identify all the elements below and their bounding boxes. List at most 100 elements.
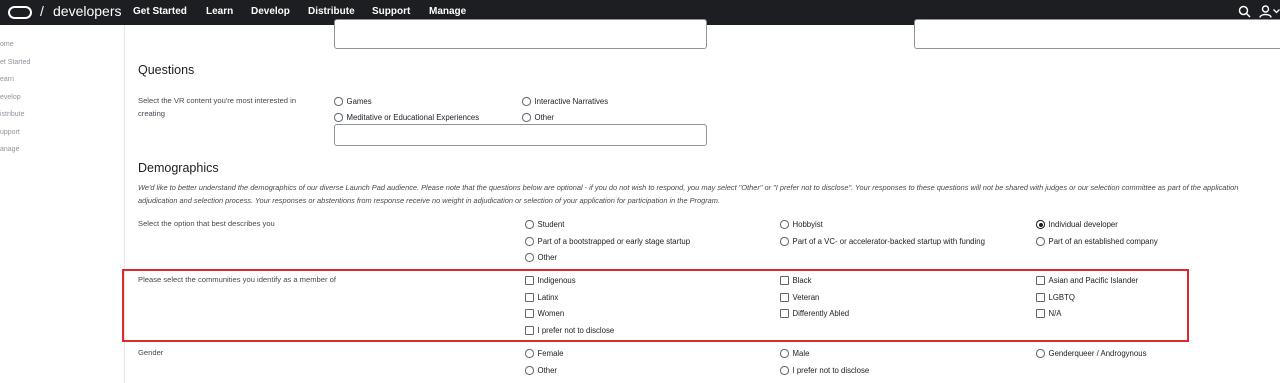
checkbox[interactable] bbox=[1036, 309, 1045, 318]
radio-button[interactable] bbox=[522, 113, 531, 122]
vr-option-meditative-educational[interactable]: Meditative or Educational Experiences bbox=[334, 112, 479, 123]
radio-button[interactable] bbox=[1036, 237, 1045, 246]
option-label: Meditative or Educational Experiences bbox=[346, 113, 480, 122]
application-form: Questions Select the VR content you're m… bbox=[125, 19, 1280, 383]
sidebar-item-support[interactable]: upport bbox=[0, 129, 20, 136]
checkbox[interactable] bbox=[525, 276, 534, 285]
vr-content-label: Select the VR content you're most intere… bbox=[138, 96, 297, 118]
sidebar-item-get-started[interactable]: et Started bbox=[0, 59, 30, 66]
radio-button-selected[interactable] bbox=[1036, 220, 1045, 229]
option-label: Veteran bbox=[792, 293, 820, 302]
sidebar-item-distribute[interactable]: istribute bbox=[0, 111, 25, 118]
gender-option-prefer-not-to-disclose[interactable]: I prefer not to disclose bbox=[780, 365, 869, 376]
describe-you-label: Select the option that best describes yo… bbox=[138, 219, 275, 228]
vr-option-other[interactable]: Other bbox=[522, 112, 554, 123]
brand-name[interactable]: developers bbox=[53, 3, 122, 19]
option-label: Individual developer bbox=[1048, 220, 1118, 229]
chevron-down-icon[interactable] bbox=[1273, 9, 1280, 14]
community-option-black[interactable]: Black bbox=[780, 275, 812, 286]
describe-option-established-company[interactable]: Part of an established company bbox=[1036, 236, 1158, 247]
checkbox[interactable] bbox=[525, 326, 534, 335]
option-label: Asian and Pacific Islander bbox=[1048, 276, 1139, 285]
community-option-asian-pacific-islander[interactable]: Asian and Pacific Islander bbox=[1036, 275, 1138, 286]
option-label: Indigenous bbox=[537, 276, 576, 285]
nav-develop[interactable]: Develop bbox=[251, 6, 290, 17]
community-option-latinx[interactable]: Latinx bbox=[525, 292, 558, 303]
oculus-logo-icon[interactable] bbox=[8, 6, 32, 19]
nav-support[interactable]: Support bbox=[372, 6, 410, 17]
checkbox[interactable] bbox=[780, 309, 789, 318]
radio-button[interactable] bbox=[780, 220, 789, 229]
radio-button[interactable] bbox=[525, 253, 534, 262]
radio-button[interactable] bbox=[334, 97, 343, 106]
demographics-description: We'd like to better understand the demog… bbox=[138, 183, 1239, 205]
describe-option-individual-developer[interactable]: Individual developer bbox=[1036, 219, 1118, 230]
sidebar-item-manage[interactable]: anage bbox=[0, 146, 19, 153]
option-label: Black bbox=[792, 276, 812, 285]
sidebar-item-develop[interactable]: evelop bbox=[0, 94, 21, 101]
describe-option-student[interactable]: Student bbox=[525, 219, 564, 230]
text-input-previous-right[interactable] bbox=[914, 19, 1280, 49]
option-label: I prefer not to disclose bbox=[792, 366, 870, 375]
nav-get-started[interactable]: Get Started bbox=[133, 6, 187, 17]
nav-distribute[interactable]: Distribute bbox=[308, 6, 355, 17]
radio-button[interactable] bbox=[525, 366, 534, 375]
describe-option-bootstrapped-startup[interactable]: Part of a bootstrapped or early stage st… bbox=[525, 236, 690, 247]
vr-option-games[interactable]: Games bbox=[334, 96, 372, 107]
option-label: Male bbox=[792, 349, 810, 358]
radio-button[interactable] bbox=[522, 97, 531, 106]
nav-learn[interactable]: Learn bbox=[206, 6, 233, 17]
text-input-previous[interactable] bbox=[334, 19, 707, 49]
demographics-heading: Demographics bbox=[138, 161, 219, 175]
option-label: Women bbox=[537, 309, 565, 318]
communities-label: Please select the communities you identi… bbox=[138, 275, 336, 284]
sidebar-item-home[interactable]: ome bbox=[0, 41, 14, 48]
community-option-veteran[interactable]: Veteran bbox=[780, 292, 819, 303]
radio-button[interactable] bbox=[1036, 349, 1045, 358]
describe-option-hobbyist[interactable]: Hobbyist bbox=[780, 219, 823, 230]
community-option-prefer-not-to-disclose[interactable]: I prefer not to disclose bbox=[525, 325, 614, 336]
vr-option-interactive-narratives[interactable]: Interactive Narratives bbox=[522, 96, 608, 107]
radio-button[interactable] bbox=[780, 237, 789, 246]
search-icon[interactable] bbox=[1238, 5, 1251, 18]
checkbox[interactable] bbox=[525, 309, 534, 318]
gender-option-genderqueer-androgynous[interactable]: Genderqueer / Androgynous bbox=[1036, 348, 1146, 359]
checkbox[interactable] bbox=[780, 276, 789, 285]
community-option-lgbtq[interactable]: LGBTQ bbox=[1036, 292, 1075, 303]
user-icon[interactable] bbox=[1259, 5, 1272, 18]
sidebar-item-learn[interactable]: earn bbox=[0, 76, 14, 83]
option-label: Interactive Narratives bbox=[534, 97, 609, 106]
gender-option-male[interactable]: Male bbox=[780, 348, 809, 359]
describe-option-other[interactable]: Other bbox=[525, 252, 557, 263]
gender-option-other[interactable]: Other bbox=[525, 365, 557, 376]
option-label: Latinx bbox=[537, 293, 559, 302]
vr-other-text-input[interactable] bbox=[334, 124, 707, 146]
nav-manage[interactable]: Manage bbox=[429, 6, 466, 17]
radio-button[interactable] bbox=[334, 113, 343, 122]
gender-label: Gender bbox=[138, 348, 164, 357]
radio-button[interactable] bbox=[525, 349, 534, 358]
option-label: N/A bbox=[1048, 309, 1062, 318]
community-option-na[interactable]: N/A bbox=[1036, 308, 1062, 319]
option-label: Other bbox=[537, 253, 558, 262]
option-label: Other bbox=[534, 113, 555, 122]
radio-button[interactable] bbox=[780, 349, 789, 358]
community-option-women[interactable]: Women bbox=[525, 308, 564, 319]
option-label: Other bbox=[537, 366, 558, 375]
community-option-indigenous[interactable]: Indigenous bbox=[525, 275, 576, 286]
radio-button[interactable] bbox=[525, 220, 534, 229]
radio-button[interactable] bbox=[780, 366, 789, 375]
radio-button[interactable] bbox=[525, 237, 534, 246]
gender-option-female[interactable]: Female bbox=[525, 348, 564, 359]
option-label: Female bbox=[537, 349, 564, 358]
checkbox[interactable] bbox=[525, 293, 534, 302]
checkbox[interactable] bbox=[780, 293, 789, 302]
checkbox[interactable] bbox=[1036, 293, 1045, 302]
brand-separator: / bbox=[40, 3, 44, 19]
describe-option-vc-backed-startup[interactable]: Part of a VC- or accelerator-backed star… bbox=[780, 236, 985, 247]
option-label: Part of a bootstrapped or early stage st… bbox=[537, 237, 691, 246]
option-label: Hobbyist bbox=[792, 220, 823, 229]
community-option-differently-abled[interactable]: Differently Abled bbox=[780, 308, 849, 319]
option-label: Student bbox=[537, 220, 565, 229]
checkbox[interactable] bbox=[1036, 276, 1045, 285]
